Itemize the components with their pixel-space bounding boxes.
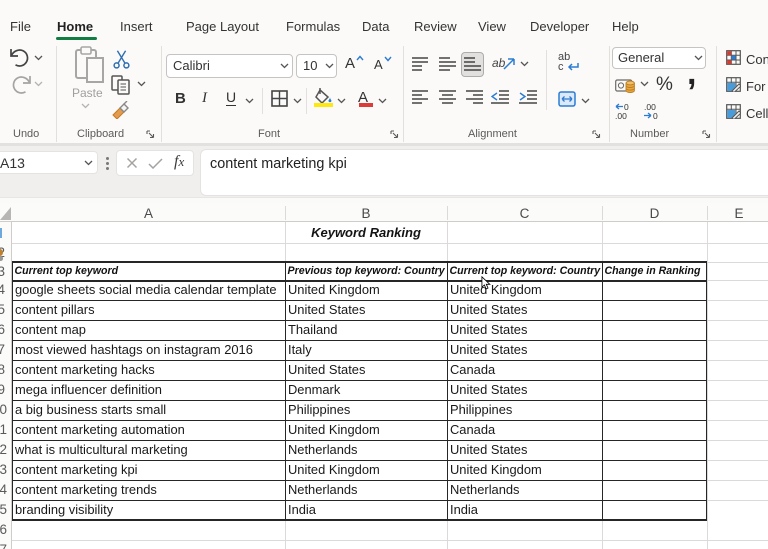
- svg-text:.00: .00: [615, 111, 627, 120]
- svg-text:0: 0: [653, 111, 658, 120]
